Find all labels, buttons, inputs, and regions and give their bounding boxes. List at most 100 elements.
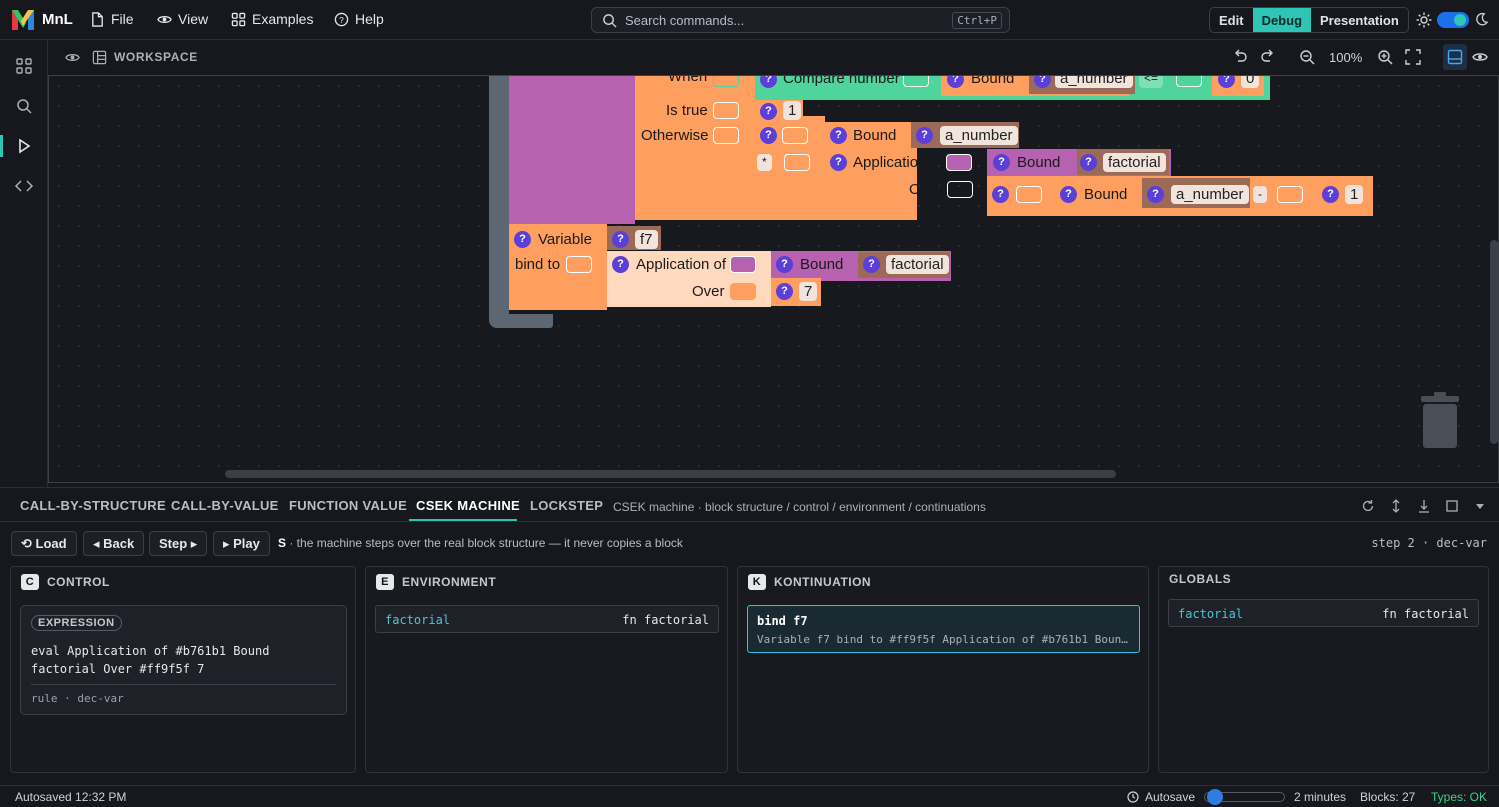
a-number-field-2[interactable]: a_number <box>940 126 1018 145</box>
when-slot[interactable] <box>713 76 739 87</box>
horizontal-scrollbar[interactable] <box>225 470 1116 478</box>
blocks-grid-icon[interactable] <box>14 56 34 76</box>
zoom-out-icon[interactable] <box>1299 49 1315 65</box>
application-fn-slot[interactable] <box>946 154 972 171</box>
number-one-field-2[interactable]: 1 <box>1345 185 1364 204</box>
compare-rhs-slot[interactable] <box>1176 76 1202 87</box>
collapse-panel-icon[interactable] <box>1473 499 1487 513</box>
workspace-title: WORKSPACE <box>114 50 198 64</box>
refresh-icon[interactable] <box>1361 499 1375 513</box>
redo-icon[interactable] <box>1260 49 1276 65</box>
factorial-field[interactable]: factorial <box>1103 153 1166 172</box>
number-zero-field[interactable]: 0 <box>1241 76 1260 88</box>
environment-entry[interactable]: factorial fn factorial <box>375 605 719 633</box>
menu-file[interactable]: File <box>90 11 134 27</box>
kontinuation-frame[interactable]: bind f7 Variable f7 bind to #ff9f5f Appl… <box>747 605 1140 653</box>
theme-toggle[interactable] <box>1437 12 1469 28</box>
menu-view[interactable]: View <box>157 11 208 27</box>
help-badge-application[interactable]: ? <box>830 154 847 171</box>
help-badge-varref-2[interactable]: ? <box>916 127 933 144</box>
help-badge-varref-4[interactable]: ? <box>1147 186 1164 203</box>
environment-entry-key: factorial <box>385 613 451 627</box>
menu-help[interactable]: ? Help <box>334 11 384 27</box>
code-icon[interactable] <box>14 176 34 196</box>
menu-examples[interactable]: Examples <box>231 11 313 27</box>
zoom-in-icon[interactable] <box>1377 49 1393 65</box>
help-badge-varref-5[interactable]: ? <box>863 256 880 273</box>
subtract-rhs-slot[interactable] <box>1277 186 1303 203</box>
multiply-rhs-slot[interactable] <box>784 154 810 171</box>
help-badge-one-2[interactable]: ? <box>1322 186 1339 203</box>
step-button[interactable]: Step ▸ <box>149 531 208 556</box>
kontinuation-frame-title: bind f7 <box>757 614 808 628</box>
expression-divider <box>31 684 336 685</box>
number-one-field[interactable]: 1 <box>783 101 802 120</box>
load-button[interactable]: ⟲ Load <box>11 531 77 556</box>
back-button[interactable]: ◂ Back <box>83 531 145 556</box>
help-badge-f7[interactable]: ? <box>612 231 629 248</box>
over-slot-2[interactable] <box>730 283 756 300</box>
function-block[interactable] <box>509 76 635 224</box>
is-true-slot[interactable] <box>713 102 739 119</box>
tab-csek-machine[interactable]: CSEK MACHINE <box>416 498 520 513</box>
moon-icon <box>1476 12 1489 26</box>
conditional-block[interactable] <box>635 76 755 220</box>
dock-bottom-icon[interactable] <box>1417 499 1431 513</box>
application-fn-slot-2[interactable] <box>730 256 756 273</box>
compare-slot[interactable] <box>903 76 929 87</box>
globals-entry[interactable]: factorial fn factorial <box>1168 599 1479 627</box>
run-debug-icon[interactable] <box>14 136 34 156</box>
block-canvas[interactable]: When ? Compare number ? Bound ? a_number… <box>48 75 1499 483</box>
over-slot[interactable] <box>947 181 973 198</box>
help-badge-bound-4[interactable]: ? <box>1060 186 1077 203</box>
autosave-slider[interactable] <box>1204 789 1285 805</box>
multiply-slot[interactable] <box>782 127 808 144</box>
help-badge-bound-2[interactable]: ? <box>830 127 847 144</box>
number-seven-field[interactable]: 7 <box>799 282 818 301</box>
search-icon[interactable] <box>14 96 34 116</box>
compare-operator[interactable]: <= <box>1139 76 1164 88</box>
bind-to-slot[interactable] <box>566 256 592 273</box>
mode-debug-button[interactable]: Debug <box>1252 8 1312 32</box>
help-badge-bound-fn[interactable]: ? <box>993 154 1010 171</box>
help-badge-multiply[interactable]: ? <box>760 127 777 144</box>
panel-layout-icon[interactable] <box>1447 49 1463 65</box>
play-button[interactable]: ▸ Play <box>213 531 270 556</box>
expand-vertical-icon[interactable] <box>1389 499 1403 513</box>
help-badge-varref-3[interactable]: ? <box>1080 154 1097 171</box>
autosave-slider-knob[interactable] <box>1207 789 1224 805</box>
multiply-operator[interactable]: * <box>757 154 772 171</box>
trash-icon[interactable] <box>1421 392 1459 450</box>
vertical-scrollbar[interactable] <box>1490 240 1498 444</box>
preview-eye-icon[interactable] <box>1472 49 1488 65</box>
help-badge-subtract[interactable]: ? <box>992 186 1009 203</box>
expression-tag: EXPRESSION <box>31 615 122 631</box>
help-badge-seven[interactable]: ? <box>776 283 793 300</box>
a-number-field[interactable]: a_number <box>1055 76 1133 88</box>
command-search[interactable]: Search commands... Ctrl+P <box>591 7 1010 33</box>
tab-lockstep[interactable]: LOCKSTEP <box>530 498 603 513</box>
otherwise-slot[interactable] <box>713 127 739 144</box>
help-badge-application-2[interactable]: ? <box>612 256 629 273</box>
undo-icon[interactable] <box>1232 49 1248 65</box>
when-label: When <box>668 75 708 85</box>
a-number-field-3[interactable]: a_number <box>1171 185 1249 204</box>
help-badge-bound-5[interactable]: ? <box>776 256 793 273</box>
tab-call-by-structure[interactable]: CALL-BY-STRUCTURE <box>20 498 166 513</box>
mode-presentation-button[interactable]: Presentation <box>1311 8 1408 32</box>
tab-call-by-value[interactable]: CALL-BY-VALUE <box>171 498 279 513</box>
help-badge-variable[interactable]: ? <box>514 231 531 248</box>
f7-field[interactable]: f7 <box>635 230 658 249</box>
fullscreen-icon[interactable] <box>1405 49 1421 65</box>
tab-function-value[interactable]: FUNCTION VALUE <box>289 498 407 513</box>
help-badge-one[interactable]: ? <box>760 103 777 120</box>
maximize-icon[interactable] <box>1445 499 1459 513</box>
mode-edit-button[interactable]: Edit <box>1210 8 1253 32</box>
factorial-field-2[interactable]: factorial <box>886 255 949 274</box>
otherwise-label: Otherwise <box>641 127 709 144</box>
subtract-operator[interactable]: - <box>1253 186 1267 203</box>
bound-label-5: Bound <box>800 256 844 273</box>
subtract-slot[interactable] <box>1016 186 1042 203</box>
control-title: CONTROL <box>47 575 110 589</box>
eye-icon[interactable] <box>65 50 80 65</box>
